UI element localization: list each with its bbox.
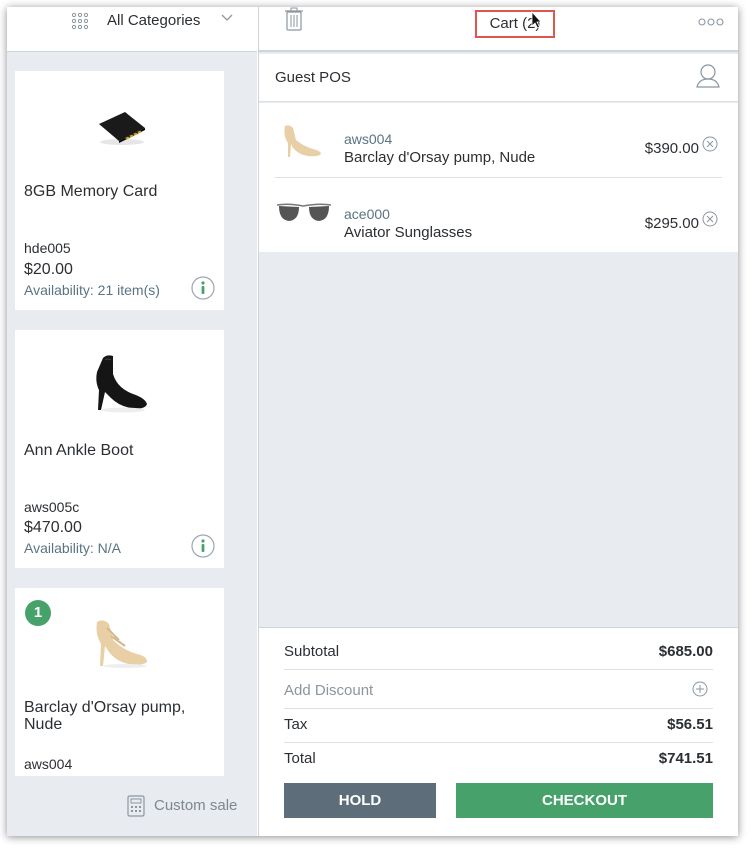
cart-title[interactable]: Cart (2) bbox=[475, 10, 555, 38]
subtotal-label: Subtotal bbox=[284, 643, 340, 660]
tax-label: Tax bbox=[284, 716, 308, 733]
subtotal-value: $685.00 bbox=[658, 643, 713, 660]
user-icon[interactable] bbox=[695, 62, 721, 88]
info-icon[interactable] bbox=[191, 276, 215, 300]
cart-line-item[interactable]: aws004 Barclay d'Orsay pump, Nude $390.0… bbox=[259, 103, 738, 177]
cart-quantity-badge: 1 bbox=[25, 600, 51, 626]
pump-shoe-thumbnail bbox=[284, 125, 321, 157]
category-selector[interactable]: All Categories bbox=[7, 7, 257, 52]
pos-window: All Categories 8GB Memory Card hde005 $2… bbox=[7, 7, 738, 836]
product-availability: Availability: N/A bbox=[24, 540, 122, 556]
category-label: All Categories bbox=[107, 12, 201, 29]
remove-item-icon[interactable] bbox=[702, 211, 718, 227]
product-price: $20.00 bbox=[24, 261, 73, 278]
total-label: Total bbox=[284, 750, 316, 767]
product-name: Ann Ankle Boot bbox=[24, 442, 134, 459]
tax-value: $56.51 bbox=[667, 716, 713, 733]
cart-item-price: $390.00 bbox=[644, 140, 699, 157]
cart-item-sku: aws004 bbox=[344, 131, 393, 147]
ankle-boot-image bbox=[96, 355, 147, 413]
product-sku: hde005 bbox=[24, 240, 71, 256]
product-price: $470.00 bbox=[24, 519, 82, 536]
customer-name: Guest POS bbox=[275, 69, 351, 86]
hold-button[interactable]: HOLD bbox=[284, 783, 436, 818]
cart-line-item[interactable]: ace000 Aviator Sunglasses $295.00 bbox=[259, 178, 738, 252]
trash-icon[interactable] bbox=[285, 7, 303, 31]
divider bbox=[284, 708, 713, 709]
more-options-icon[interactable] bbox=[698, 18, 724, 26]
divider bbox=[284, 742, 713, 743]
cart-item-price: $295.00 bbox=[644, 215, 699, 232]
add-icon[interactable] bbox=[692, 681, 708, 697]
cart-panel: Cart (2) Guest POS aws004 Barclay d'Orsa… bbox=[258, 7, 738, 836]
info-icon[interactable] bbox=[191, 534, 215, 558]
pump-shoe-image bbox=[96, 620, 147, 668]
cart-item-name: Barclay d'Orsay pump, Nude bbox=[344, 149, 536, 166]
product-name: 8GB Memory Card bbox=[24, 183, 158, 200]
customer-bar[interactable]: Guest POS bbox=[259, 54, 738, 102]
product-availability: Availability: 21 item(s) bbox=[24, 282, 160, 298]
sunglasses-thumbnail bbox=[276, 203, 332, 221]
mouse-cursor-icon bbox=[531, 11, 542, 29]
product-card[interactable]: 8GB Memory Card hde005 $20.00 Availabili… bbox=[15, 71, 224, 310]
custom-sale-label: Custom sale bbox=[154, 797, 238, 814]
remove-item-icon[interactable] bbox=[702, 136, 718, 152]
total-value: $741.51 bbox=[658, 750, 713, 767]
cart-item-sku: ace000 bbox=[344, 206, 390, 222]
order-summary: Subtotal $685.00 Add Discount Tax $56.51… bbox=[259, 627, 738, 836]
cart-item-name: Aviator Sunglasses bbox=[344, 224, 473, 241]
checkout-button[interactable]: CHECKOUT bbox=[456, 783, 713, 818]
calculator-icon bbox=[127, 795, 145, 817]
grid-icon bbox=[71, 12, 89, 30]
product-card[interactable]: Ann Ankle Boot aws005c $470.00 Availabil… bbox=[15, 330, 224, 568]
cart-items: aws004 Barclay d'Orsay pump, Nude $390.0… bbox=[259, 103, 738, 252]
product-panel: All Categories 8GB Memory Card hde005 $2… bbox=[7, 7, 257, 836]
divider bbox=[284, 669, 713, 670]
product-sku: aws005c bbox=[24, 499, 80, 515]
cart-toolbar: Cart (2) bbox=[259, 7, 738, 52]
add-discount-label: Add Discount bbox=[284, 682, 374, 699]
memory-card-image bbox=[99, 112, 145, 145]
product-sku: aws004 bbox=[24, 756, 73, 772]
product-name: Barclay d'Orsay pump, Nude bbox=[24, 699, 186, 733]
chevron-down-icon bbox=[221, 14, 233, 21]
product-card[interactable]: 1 Barclay d'Orsay pump, Nude aws004 bbox=[15, 588, 224, 776]
